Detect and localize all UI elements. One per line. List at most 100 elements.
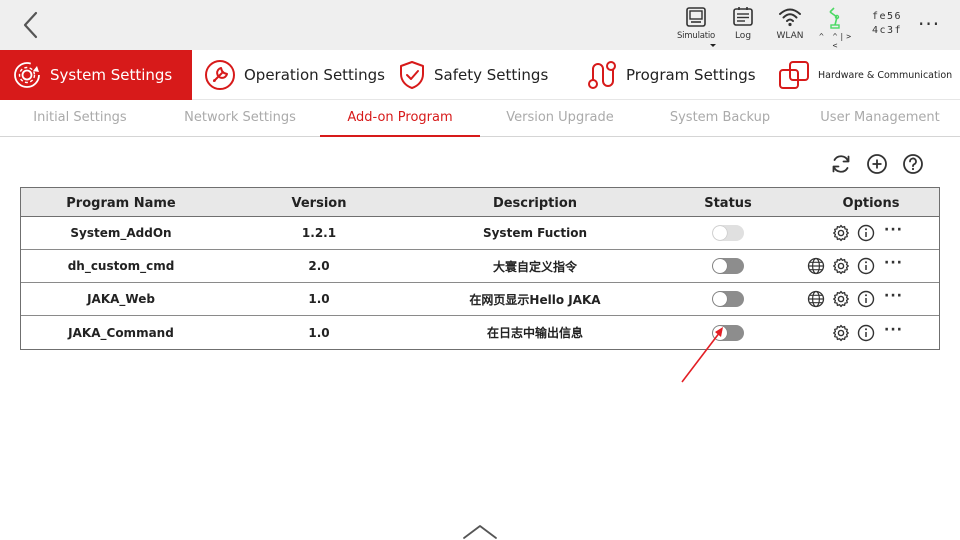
chevron-up-icon[interactable] [462,522,498,540]
wrench-icon [205,60,235,90]
program-description: System Fuction [482,226,588,240]
info-button[interactable] [857,257,875,275]
toggle-knob [713,259,727,273]
header-options: Options [842,195,900,211]
tab-label: Program Settings [626,66,756,84]
status-toggle[interactable] [712,291,744,307]
main-tabs: System Settings Operation Settings Safet… [0,50,960,100]
program-description: 大寰自定义指令 [492,259,577,274]
status-cell [653,283,803,315]
help-button[interactable] [902,153,924,175]
tab-safety-settings[interactable]: Safety Settings [398,50,568,100]
more-options-button[interactable]: ··· [884,256,903,274]
tab-label: Safety Settings [434,66,549,84]
log-label: Log [734,31,752,41]
info-icon [857,257,875,275]
info-button[interactable] [857,290,875,308]
monitor-icon [686,7,706,27]
header-status: Status [704,195,752,211]
device-id: fe56 4c3f [872,10,902,38]
gear-icon [833,324,849,341]
refresh-icon [832,155,850,173]
add-circle-icon [867,154,887,174]
program-name: dh_custom_cmd [67,259,175,273]
settings-button[interactable] [832,290,850,308]
wifi-icon [779,8,801,27]
program-version: 1.2.1 [301,226,337,240]
tab-hardware-communication[interactable]: Hardware & Communication [778,50,960,100]
program-version: 1.0 [308,292,330,306]
shield-check-icon [400,61,424,89]
sub-tabs: Initial Settings Network Settings Add-on… [0,100,960,137]
header-program-name: Program Name [66,195,176,211]
globe-icon [807,290,825,308]
settings-button[interactable] [832,257,850,275]
options-cell: ··· [803,250,939,282]
tab-operation-settings[interactable]: Operation Settings [204,50,385,100]
more-options-button[interactable]: ··· [884,323,903,341]
tab-system-settings[interactable]: System Settings [0,50,192,100]
table-row: System_AddOn 1.2.1 System Fuction ··· [21,217,939,250]
subtab-initial-settings[interactable]: Initial Settings [0,100,160,137]
status-cell [653,217,803,249]
more-options-button[interactable]: ··· [884,223,903,241]
annotation-arrow-icon [681,327,723,383]
subtab-version-upgrade[interactable]: Version Upgrade [480,100,640,137]
device-id-line1: fe56 [872,11,903,22]
program-name: System_AddOn [70,226,172,240]
program-name: JAKA_Web [87,292,155,306]
toggle-knob [713,292,727,306]
help-icon [903,154,923,174]
table-row: dh_custom_cmd 2.0 大寰自定义指令 ··· [21,250,939,283]
back-button[interactable] [18,10,46,40]
more-options-button[interactable]: ··· [884,289,903,307]
info-icon [857,224,875,242]
wlan-label: WLAN [776,31,804,41]
program-name: JAKA_Command [68,325,174,340]
status-toggle[interactable] [712,225,744,241]
options-cell: ··· [803,316,939,349]
subtab-user-management[interactable]: User Management [800,100,960,137]
robot-arm-icon [829,7,840,29]
settings-button[interactable] [832,324,850,342]
info-button[interactable] [857,324,875,342]
status-cell [653,250,803,282]
tab-program-settings[interactable]: Program Settings [586,50,766,100]
gear-icon [833,224,849,242]
subtab-network-settings[interactable]: Network Settings [160,100,320,137]
options-cell: ··· [803,217,939,249]
device-id-line2: 4c3f [872,25,903,36]
subtab-add-on-program[interactable]: Add-on Program [320,100,480,137]
gear-icon [833,290,849,308]
toggle-knob [713,226,727,240]
settings-button[interactable] [832,224,850,242]
globe-icon [807,257,825,275]
simulation-button[interactable]: Simulatio [674,6,718,48]
robot-status-button[interactable]: ^ ^|> < [814,6,858,50]
refresh-button[interactable] [830,153,852,175]
add-program-button[interactable] [866,153,888,175]
more-menu-button[interactable]: ··· [918,12,940,36]
wlan-button[interactable]: WLAN [768,6,812,48]
addon-program-table: Program Name Version Description Status … [20,187,940,350]
dropdown-caret-icon [710,44,716,47]
program-description: 在网页显示Hello JAKA [469,292,601,307]
header-version: Version [291,195,347,211]
web-button[interactable] [807,290,825,308]
program-path-icon [588,61,616,89]
status-toggle[interactable] [712,258,744,274]
robot-status-text: ^ ^|> < [818,32,854,50]
program-version: 1.0 [308,325,330,340]
web-button[interactable] [807,257,825,275]
log-button[interactable]: Log [721,6,765,48]
hardware-icon [779,61,809,89]
info-button[interactable] [857,224,875,242]
table-row: JAKA_Command 1.0 在日志中输出信息 ··· [21,316,939,349]
chevron-left-icon [23,11,38,39]
table-header: Program Name Version Description Status … [21,188,939,217]
subtab-system-backup[interactable]: System Backup [640,100,800,137]
info-icon [857,290,875,308]
tab-label: Operation Settings [244,66,385,84]
table-row: JAKA_Web 1.0 在网页显示Hello JAKA ··· [21,283,939,316]
program-version: 2.0 [308,259,330,273]
